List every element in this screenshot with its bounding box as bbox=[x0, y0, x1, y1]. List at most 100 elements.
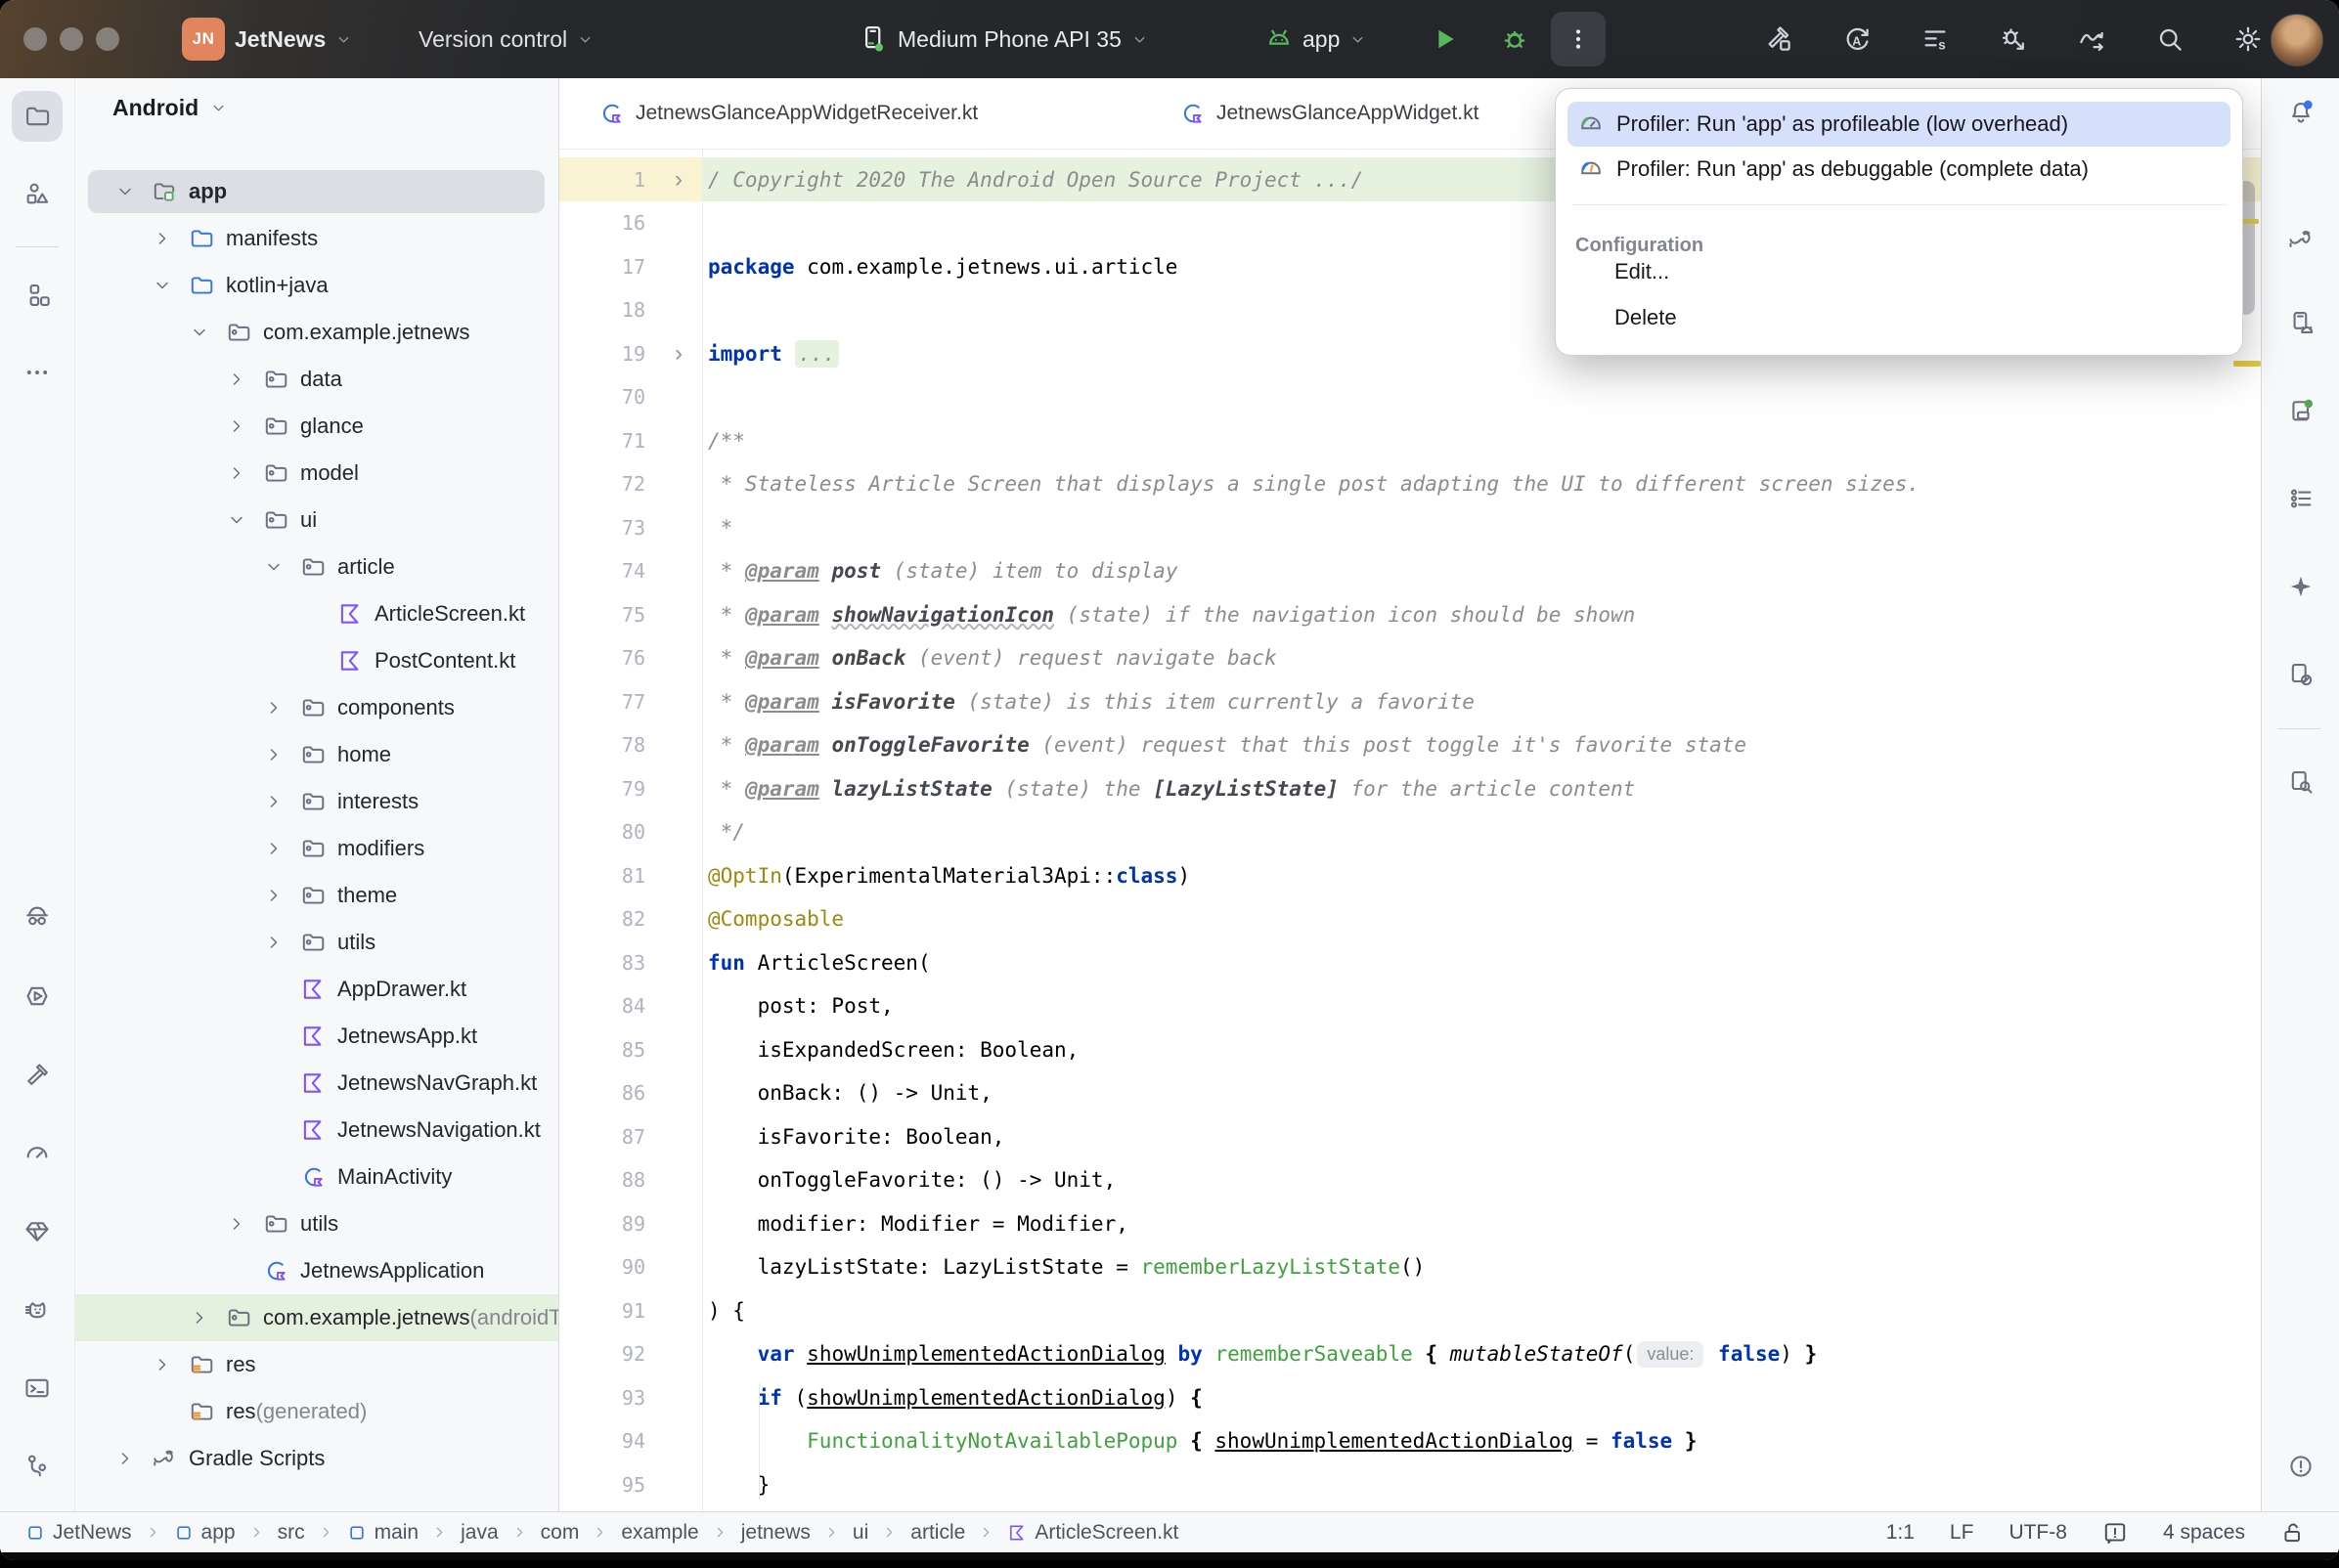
profiler-squiggle-icon[interactable] bbox=[2077, 24, 2106, 54]
popup-item-delete[interactable]: Delete bbox=[1614, 295, 1677, 340]
chevron-icon[interactable] bbox=[264, 698, 284, 718]
tree-item-jetnewsnavgraph-kt[interactable]: JetnewsNavGraph.kt bbox=[75, 1060, 558, 1107]
line-number[interactable]: 18 bbox=[559, 288, 645, 332]
line-number[interactable]: 19 bbox=[559, 331, 645, 375]
code-line-79[interactable]: 79 * @param lazyListState (state) the [L… bbox=[559, 766, 2261, 810]
line-number[interactable]: 84 bbox=[559, 984, 645, 1028]
chevron-icon[interactable] bbox=[227, 416, 246, 436]
breadcrumb-item[interactable]: src bbox=[278, 1521, 305, 1545]
fold-marker-icon[interactable]: › bbox=[675, 157, 683, 201]
tree-item-gradle-scripts[interactable]: Gradle Scripts bbox=[75, 1435, 558, 1482]
line-number[interactable]: 73 bbox=[559, 505, 645, 549]
breadcrumb-item[interactable]: main bbox=[347, 1521, 419, 1545]
line-number[interactable]: 94 bbox=[559, 1419, 645, 1463]
breadcrumb-item[interactable]: com bbox=[541, 1521, 580, 1545]
device-link-icon[interactable] bbox=[2287, 661, 2315, 688]
sparkle-icon[interactable] bbox=[2287, 573, 2315, 600]
chevron-icon[interactable] bbox=[190, 323, 209, 342]
avatar[interactable] bbox=[2271, 14, 2323, 66]
chevron-icon[interactable] bbox=[227, 370, 246, 389]
caret-position[interactable]: 1:1 bbox=[1886, 1521, 1915, 1545]
alert-icon[interactable] bbox=[2287, 1453, 2315, 1480]
encoding[interactable]: UTF-8 bbox=[2008, 1521, 2067, 1545]
code-line-71[interactable]: 71/** bbox=[559, 418, 2261, 462]
line-number[interactable]: 86 bbox=[559, 1071, 645, 1115]
tree-item-postcontent-kt[interactable]: PostContent.kt bbox=[75, 637, 558, 684]
folder-icon[interactable] bbox=[23, 103, 51, 130]
popup-item-profiler-debuggable[interactable]: Profiler: Run 'app' as debuggable (compl… bbox=[1567, 147, 2230, 192]
code-line-84[interactable]: 84 post: Post, bbox=[559, 984, 2261, 1028]
line-number[interactable]: 85 bbox=[559, 1027, 645, 1071]
branch-icon[interactable] bbox=[23, 1453, 51, 1480]
ellipsis-icon[interactable] bbox=[23, 359, 51, 386]
line-number[interactable]: 91 bbox=[559, 1288, 645, 1332]
list-icon[interactable] bbox=[2287, 485, 2315, 512]
tree-item-glance[interactable]: glance bbox=[75, 403, 558, 450]
chevron-icon[interactable] bbox=[190, 1308, 209, 1328]
hammer-icon[interactable] bbox=[23, 1062, 51, 1089]
search-icon[interactable] bbox=[2155, 24, 2185, 54]
tree-item-data[interactable]: data bbox=[75, 356, 558, 403]
minimize-window-button[interactable] bbox=[60, 27, 83, 51]
code-line-87[interactable]: 87 isFavorite: Boolean, bbox=[559, 1114, 2261, 1158]
chevron-icon[interactable] bbox=[115, 1449, 135, 1468]
line-number[interactable]: 83 bbox=[559, 940, 645, 984]
hexplay-icon[interactable] bbox=[23, 982, 51, 1010]
breadcrumb-item[interactable]: app bbox=[174, 1521, 236, 1545]
line-number[interactable]: 74 bbox=[559, 549, 645, 593]
chevron-icon[interactable] bbox=[115, 182, 135, 201]
line-number[interactable]: 70 bbox=[559, 375, 645, 419]
breadcrumb-item[interactable]: java bbox=[461, 1521, 499, 1545]
code-line-95[interactable]: 95 } bbox=[559, 1462, 2261, 1506]
fold-marker-icon[interactable]: › bbox=[675, 331, 683, 375]
line-number[interactable]: 17 bbox=[559, 244, 645, 288]
code-line-86[interactable]: 86 onBack: () -> Unit, bbox=[559, 1071, 2261, 1115]
project-widget[interactable]: JN JetNews bbox=[182, 0, 352, 78]
more-run-options-button[interactable] bbox=[1551, 12, 1606, 66]
chevron-icon[interactable] bbox=[227, 1214, 246, 1234]
spy-icon[interactable] bbox=[23, 903, 51, 931]
close-window-button[interactable] bbox=[23, 27, 47, 51]
tree-item-model[interactable]: model bbox=[75, 450, 558, 497]
line-number[interactable]: 71 bbox=[559, 418, 645, 462]
breadcrumb-item[interactable]: jetnews bbox=[741, 1521, 811, 1545]
tree-item-res[interactable]: res (generated) bbox=[75, 1388, 558, 1435]
line-number[interactable]: 95 bbox=[559, 1462, 645, 1506]
code-line-70[interactable]: 70 bbox=[559, 375, 2261, 419]
tree-item-jetnewsapplication[interactable]: JetnewsApplication bbox=[75, 1247, 558, 1294]
line-number[interactable]: 92 bbox=[559, 1332, 645, 1376]
shapes-icon[interactable] bbox=[23, 180, 51, 207]
tree-item-com-example-jetnews[interactable]: com.example.jetnews (androidTest) bbox=[75, 1294, 558, 1341]
code-line-73[interactable]: 73 * bbox=[559, 505, 2261, 549]
bug-arrow-icon[interactable] bbox=[1999, 24, 2028, 54]
device-android-icon[interactable] bbox=[2287, 309, 2315, 336]
editor-tab[interactable]: JetnewsGlanceAppWidgetReceiver.kt bbox=[598, 78, 978, 149]
warning-stripe-mark[interactable] bbox=[2233, 361, 2261, 367]
tree-item-interests[interactable]: interests bbox=[75, 778, 558, 825]
grid-icon[interactable] bbox=[23, 282, 51, 309]
code-line-80[interactable]: 80 */ bbox=[559, 810, 2261, 854]
line-number[interactable]: 72 bbox=[559, 462, 645, 506]
line-number[interactable]: 89 bbox=[559, 1201, 645, 1245]
gradle-icon[interactable] bbox=[2287, 226, 2315, 253]
line-number[interactable]: 75 bbox=[559, 592, 645, 636]
indent-setting[interactable]: 4 spaces bbox=[2163, 1521, 2245, 1545]
tree-item-manifests[interactable]: manifests bbox=[75, 215, 558, 262]
line-number[interactable]: 79 bbox=[559, 766, 645, 810]
breadcrumb-item[interactable]: JetNews bbox=[25, 1521, 132, 1545]
device-search-icon[interactable] bbox=[2287, 768, 2315, 796]
line-number[interactable]: 81 bbox=[559, 853, 645, 897]
bell-icon[interactable] bbox=[2287, 99, 2315, 126]
tree-item-mainactivity[interactable]: MainActivity bbox=[75, 1154, 558, 1200]
diamond-icon[interactable] bbox=[23, 1218, 51, 1245]
code-line-75[interactable]: 75 * @param showNavigationIcon (state) i… bbox=[559, 592, 2261, 636]
code-line-88[interactable]: 88 onToggleFavorite: () -> Unit, bbox=[559, 1158, 2261, 1202]
running-device-icon[interactable] bbox=[2287, 397, 2315, 424]
settings-gear-icon[interactable] bbox=[2233, 24, 2263, 54]
tree-item-jetnewsnavigation-kt[interactable]: JetnewsNavigation.kt bbox=[75, 1107, 558, 1154]
chevron-icon[interactable] bbox=[264, 886, 284, 905]
tree-item-theme[interactable]: theme bbox=[75, 872, 558, 919]
tree-item-article[interactable]: article bbox=[75, 544, 558, 590]
code-line-78[interactable]: 78 * @param onToggleFavorite (event) req… bbox=[559, 723, 2261, 767]
tree-item-components[interactable]: components bbox=[75, 684, 558, 731]
